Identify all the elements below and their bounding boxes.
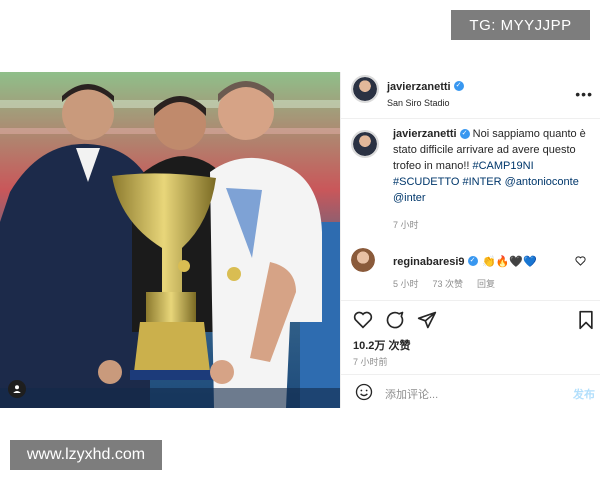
caption-time: 7 小时	[393, 220, 419, 230]
post-photo[interactable]	[0, 72, 340, 408]
comment-likes[interactable]: 73 次赞	[433, 277, 464, 290]
comment-username[interactable]: reginabaresi9	[393, 256, 465, 268]
comment-reply-button[interactable]: 回复	[477, 277, 495, 290]
location-link[interactable]: San Siro Stadio	[387, 98, 464, 108]
watermark-top: TG: MYYJJPP	[451, 10, 590, 40]
caption: javierzanetti ✓ Noi sappiamo quanto è sta…	[393, 126, 589, 206]
share-send-icon[interactable]	[417, 310, 437, 330]
tagged-user-icon[interactable]	[8, 380, 26, 398]
instagram-post: javierzanetti ✓ San Siro Stadio ••• javie…	[0, 72, 600, 408]
like-heart-icon[interactable]	[353, 311, 373, 329]
likes-count[interactable]: 10.2万 次赞	[353, 337, 410, 353]
avatar[interactable]	[351, 75, 379, 103]
emoji-smiley-icon[interactable]	[355, 383, 373, 401]
comment-text: 👏🔥🖤💙	[482, 256, 537, 268]
caption-username[interactable]: javierzanetti	[393, 128, 457, 140]
watermark-bottom: www.lzyxhd.com	[10, 440, 162, 470]
comment-avatar[interactable]	[351, 248, 375, 272]
verified-badge-icon: ✓	[453, 80, 464, 91]
comment-bubble-icon[interactable]	[385, 310, 405, 330]
post-photo-image	[0, 72, 340, 408]
more-horizontal-icon[interactable]: •••	[575, 86, 593, 102]
post-sidebar: javierzanetti ✓ San Siro Stadio ••• javie…	[340, 72, 600, 408]
bookmark-save-icon[interactable]	[577, 310, 595, 330]
comment-like-heart-icon[interactable]	[575, 256, 586, 266]
post-header: javierzanetti ✓ San Siro Stadio •••	[341, 72, 600, 119]
user-silhouette-icon	[13, 385, 21, 393]
comment-meta: 5 小时 73 次赞 回复	[393, 277, 495, 290]
caption-avatar[interactable]	[351, 130, 379, 158]
header-username[interactable]: javierzanetti	[387, 81, 451, 93]
comment-time: 5 小时	[393, 279, 419, 289]
verified-badge-icon: ✓	[459, 129, 470, 140]
header-user-info: javierzanetti ✓ San Siro Stadio	[387, 77, 464, 108]
post-time: 7 小时前	[353, 357, 388, 367]
add-comment-input[interactable]: 添加评论...	[385, 386, 438, 402]
publish-button[interactable]: 发布	[573, 386, 595, 402]
add-comment-bar: 添加评论... 发布	[341, 374, 600, 409]
verified-badge-icon: ✓	[467, 255, 478, 266]
comment: reginabaresi9 ✓ 👏🔥🖤💙	[393, 252, 573, 270]
